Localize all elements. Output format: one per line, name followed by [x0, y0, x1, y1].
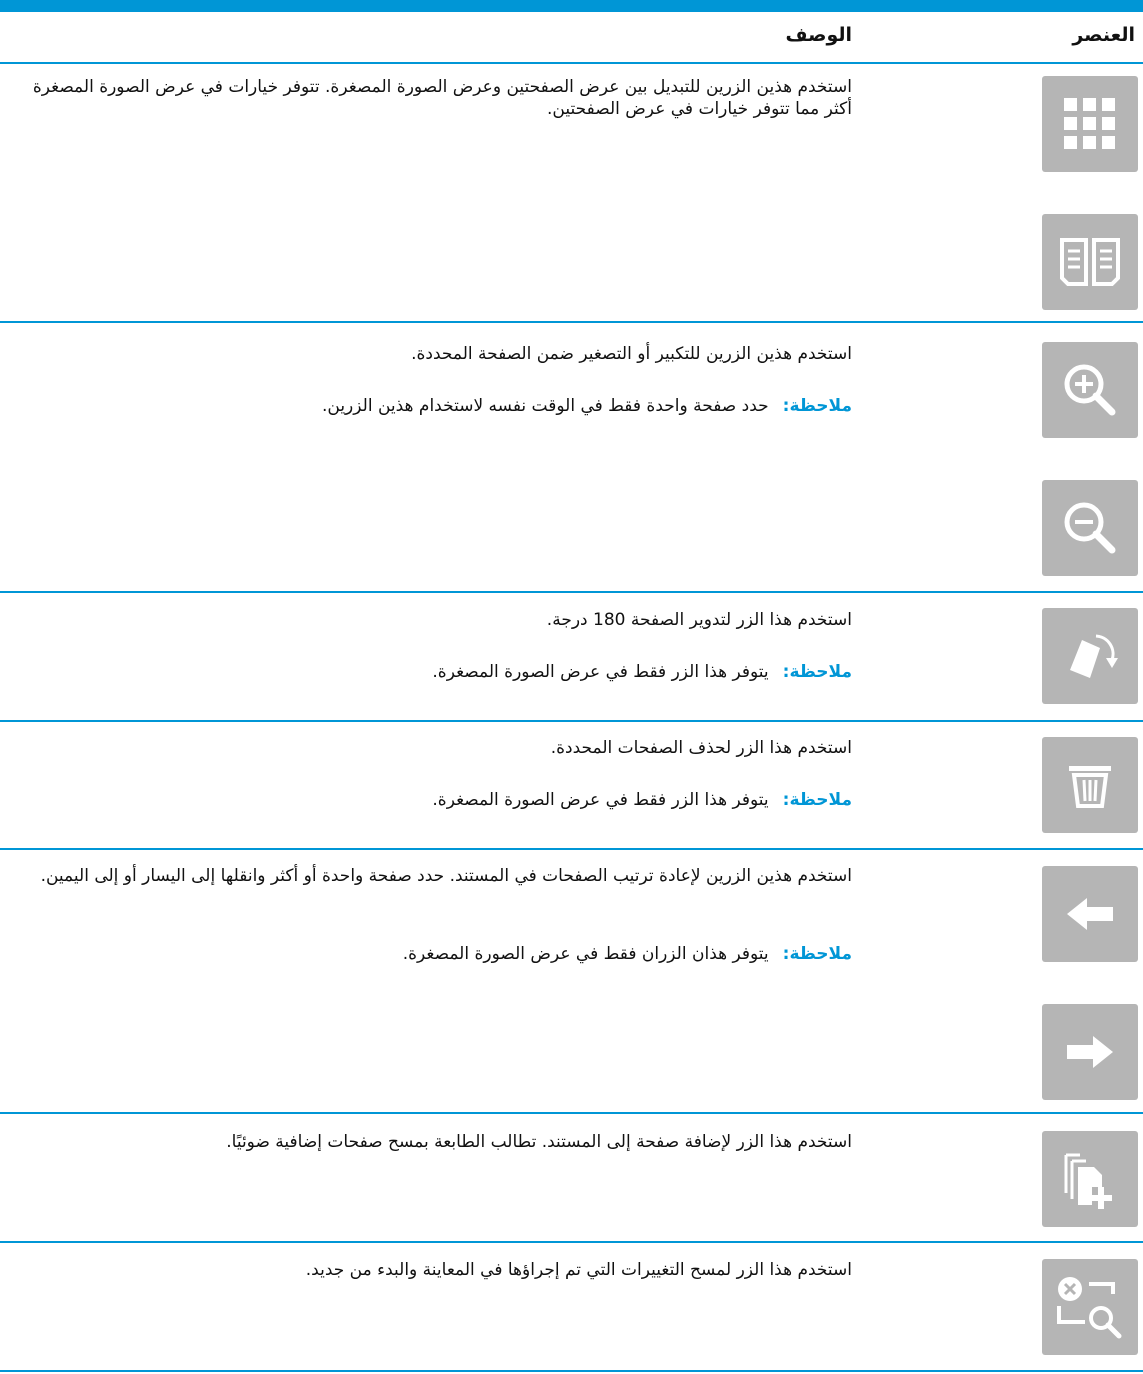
divider	[0, 1112, 1143, 1114]
row-note: ملاحظة: يتوفر هذا الزر فقط في عرض الصورة …	[12, 789, 852, 811]
divider	[0, 720, 1143, 722]
note-label: ملاحظة:	[782, 790, 852, 810]
divider	[0, 1241, 1143, 1243]
table-header: العنصر الوصف	[0, 12, 1143, 62]
divider	[0, 62, 1143, 64]
divider	[0, 591, 1143, 593]
thumbnail-view-button[interactable]	[1042, 76, 1138, 172]
zoom-in-button[interactable]	[1042, 342, 1138, 438]
zoom-out-button[interactable]	[1042, 480, 1138, 576]
row-description: استخدم هذا الزر لمسح التغييرات التي تم إ…	[305, 1260, 852, 1280]
row-description: استخدم هذا الزر لحذف الصفحات المحددة.	[550, 738, 852, 758]
row-description: استخدم هذين الزرين للتكبير أو التصغير ضم…	[411, 344, 852, 364]
note-text: يتوفر هذان الزران فقط في عرض الصورة المص…	[402, 944, 769, 964]
top-accent-bar	[0, 0, 1143, 12]
thumbnail-view-icon	[1064, 98, 1115, 149]
note-label: ملاحظة:	[782, 662, 852, 682]
note-label: ملاحظة:	[782, 396, 852, 416]
zoom-in-icon	[1064, 364, 1116, 416]
delete-icon	[1069, 766, 1111, 808]
add-page-icon	[1064, 1153, 1112, 1209]
note-label: ملاحظة:	[782, 944, 852, 964]
delete-button[interactable]	[1042, 737, 1138, 833]
note-text: حدد صفحة واحدة فقط في الوقت نفسه لاستخدا…	[321, 396, 769, 416]
row-note: ملاحظة: يتوفر هذا الزر فقط في عرض الصورة …	[12, 661, 852, 683]
move-right-button[interactable]	[1042, 1004, 1138, 1100]
rotate-page-button[interactable]	[1042, 608, 1138, 704]
row-description: استخدم هذا الزر لتدوير الصفحة 180 درجة.	[546, 610, 852, 630]
note-text: يتوفر هذا الزر فقط في عرض الصورة المصغرة…	[432, 662, 769, 682]
header-item: العنصر	[1072, 24, 1135, 46]
add-page-button[interactable]	[1042, 1131, 1138, 1227]
divider	[0, 321, 1143, 323]
note-text: يتوفر هذا الزر فقط في عرض الصورة المصغرة…	[432, 790, 769, 810]
move-left-icon	[1067, 898, 1113, 930]
rotate-page-icon	[1070, 634, 1118, 678]
row-description: استخدم هذا الزر لإضافة صفحة إلى المستند.…	[226, 1132, 852, 1152]
two-page-view-button[interactable]	[1042, 214, 1138, 310]
row-note: ملاحظة: يتوفر هذان الزران فقط في عرض الصو…	[12, 943, 852, 965]
two-page-view-icon	[1060, 238, 1120, 286]
reset-preview-icon	[1057, 1277, 1122, 1339]
header-description: الوصف	[785, 24, 852, 46]
row-description: استخدم هذين الزرين لإعادة ترتيب الصفحات …	[40, 866, 852, 886]
move-left-button[interactable]	[1042, 866, 1138, 962]
divider	[0, 848, 1143, 850]
zoom-out-icon	[1064, 502, 1116, 554]
reset-preview-button[interactable]	[1042, 1259, 1138, 1355]
row-description: استخدم هذين الزرين للتبديل بين عرض الصفح…	[32, 77, 852, 119]
divider	[0, 1370, 1143, 1372]
move-right-icon	[1067, 1036, 1113, 1068]
row-note: ملاحظة: حدد صفحة واحدة فقط في الوقت نفسه …	[12, 395, 852, 417]
